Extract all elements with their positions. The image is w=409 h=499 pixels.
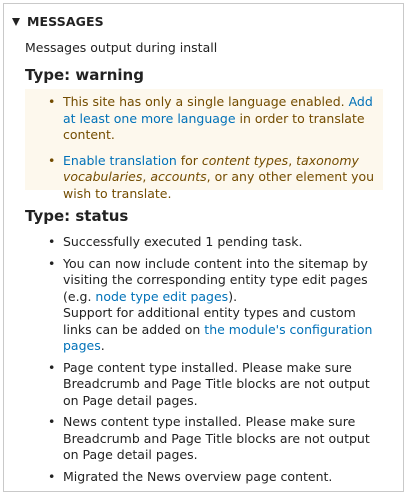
- bullet-icon: •: [48, 359, 56, 375]
- list-item: • Enable translation for content types, …: [48, 152, 379, 203]
- status-type-heading: Type: status: [25, 207, 129, 225]
- list-item: • You can now include content into the s…: [48, 256, 381, 355]
- warning-text: This site has only a single language ena…: [63, 94, 349, 109]
- content-types-text: content types: [201, 152, 289, 168]
- separator-text: ,: [288, 152, 297, 168]
- status-text: Migrated the News overview page content.: [63, 468, 333, 484]
- bullet-icon: •: [48, 414, 56, 429]
- list-item: • Migrated the News overview page conten…: [48, 468, 381, 486]
- status-text: Successfully executed 1 pending task.: [63, 234, 303, 249]
- bullet-icon: •: [48, 152, 56, 168]
- node-type-edit-pages-link[interactable]: node type edit pages: [95, 289, 228, 304]
- messages-intro-text: Messages output during install: [25, 40, 218, 55]
- list-item: • Successfully executed 1 pending task.: [48, 234, 381, 251]
- list-item: • This site has only a single language e…: [48, 94, 379, 144]
- bullet-icon: •: [48, 234, 56, 249]
- triangle-down-icon: [12, 17, 20, 26]
- list-item: • News content type installed. Please ma…: [48, 414, 381, 464]
- list-item: • Page content type installed. Please ma…: [48, 359, 381, 410]
- messages-summary-toggle[interactable]: MESSAGES: [12, 14, 104, 29]
- status-text: News content type installed. Please make…: [63, 414, 370, 462]
- warning-message-list: • This site has only a single language e…: [48, 94, 379, 211]
- enable-translation-link[interactable]: Enable translation: [63, 153, 177, 168]
- messages-summary-label: MESSAGES: [27, 14, 104, 29]
- status-message-list: • Successfully executed 1 pending task. …: [48, 234, 381, 490]
- bullet-icon: •: [48, 468, 56, 484]
- warning-text: for: [176, 152, 202, 168]
- warning-type-heading: Type: warning: [25, 66, 144, 84]
- status-text: ).: [228, 288, 238, 304]
- bullet-icon: •: [48, 255, 56, 271]
- bullet-icon: •: [48, 94, 56, 109]
- status-text: .: [100, 338, 105, 353]
- status-text: Page content type installed. Please make…: [63, 359, 370, 408]
- accounts-text: accounts: [150, 169, 207, 184]
